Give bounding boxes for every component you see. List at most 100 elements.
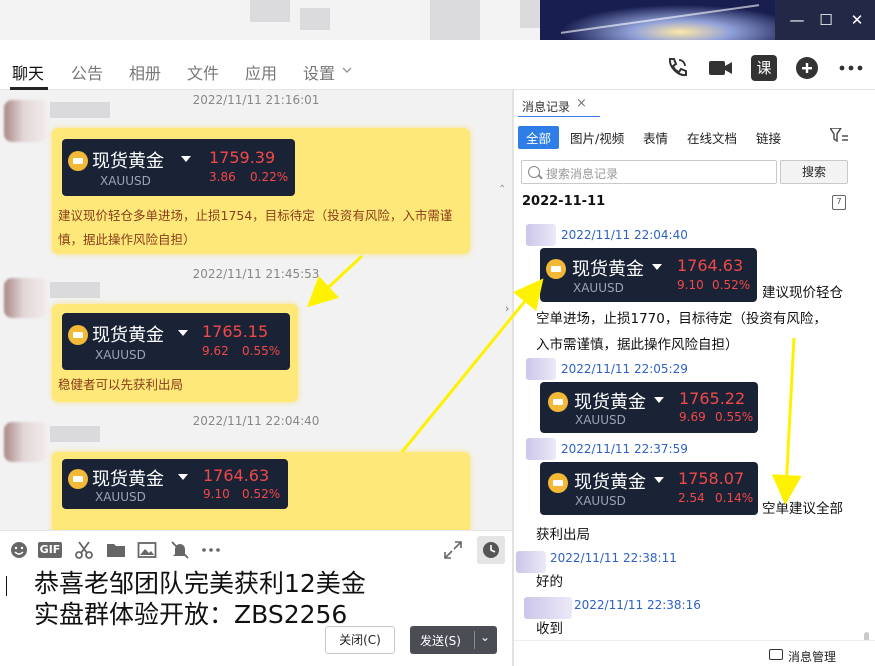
folder-icon[interactable] [106, 540, 126, 560]
tab-apps[interactable]: 应用 [245, 60, 277, 84]
gold-quote-card[interactable]: 现货黄金 XAUUSD 1758.07 2.54 0.14% [540, 462, 758, 515]
message-manager-link[interactable]: 消息管理 [788, 648, 836, 665]
tab-settings[interactable]: 设置 [303, 60, 335, 84]
sender-name-blurred [50, 426, 100, 442]
quote-change: 9.10 [203, 487, 230, 501]
tab-announcements[interactable]: 公告 [71, 60, 103, 84]
gold-coin-icon [546, 259, 566, 279]
history-message-text: 建议现价轻仓 [762, 285, 843, 301]
history-toggle-button[interactable] [477, 536, 505, 564]
more-icon[interactable] [201, 540, 221, 560]
message-text-line: 稳健者可以先获利出局 [58, 377, 184, 392]
message-text-line: 建议现价轻仓多单进场，止损1754，目标待定（投资有风险，入市需谨 [58, 208, 453, 223]
history-timestamp: 2022/11/11 22:37:59 [561, 442, 688, 456]
message-history-panel: 消息记录 × 全部 图片/视频 表情 在线文档 链接 搜索消息记录 搜索 202… [514, 90, 875, 666]
message-timestamp: 2022/11/11 21:16:01 [192, 93, 320, 107]
more-icon[interactable] [838, 55, 864, 81]
phone-icon[interactable] [664, 55, 690, 81]
quote-change-pct: 0.52% [712, 278, 751, 292]
filter-all[interactable]: 全部 [518, 126, 560, 149]
clock-icon [483, 542, 499, 558]
compose-text-line[interactable]: 实盘群体验开放：ZBS2256 [34, 595, 347, 631]
send-options-chevron-icon[interactable]: ⌄ [480, 630, 490, 644]
scroll-up-arrow[interactable]: ⌃ [498, 184, 508, 195]
class-icon[interactable]: 课 [751, 55, 777, 81]
avatar[interactable] [526, 224, 556, 246]
quote-price: 1765.22 [679, 389, 746, 408]
quote-symbol: XAUUSD [95, 490, 146, 504]
add-icon[interactable] [794, 55, 820, 81]
history-text-line: 好的 [536, 574, 563, 590]
caret-down-icon [654, 397, 664, 403]
gold-quote-card[interactable]: 现货黄金 XAUUSD 1764.63 9.10 0.52% [62, 459, 288, 509]
message-bubble[interactable]: 现货黄金 XAUUSD 1759.39 3.86 0.22% 建议现价轻仓多单进… [52, 128, 470, 254]
history-message-text: 获利出局 [536, 522, 590, 548]
quote-name: 现货黄金 [92, 325, 164, 346]
close-button[interactable]: 关闭(C) [325, 626, 395, 654]
history-message-list[interactable]: 2022/11/11 22:04:40 现货黄金 XAUUSD 1764.63 … [514, 214, 875, 640]
history-scrollbar[interactable] [864, 632, 869, 640]
blurred-region [250, 0, 290, 22]
image-icon[interactable] [137, 540, 157, 560]
history-tab-label[interactable]: 消息记录 [522, 98, 570, 115]
history-text-line: 入市需谨慎，据此操作风险自担） [536, 337, 739, 353]
blurred-region [430, 0, 480, 40]
text-caret [6, 576, 7, 596]
quote-name: 现货黄金 [574, 392, 646, 413]
gold-coin-icon [68, 151, 88, 171]
avatar[interactable] [4, 278, 48, 318]
quote-change: 9.10 [677, 278, 704, 292]
avatar[interactable] [4, 422, 48, 462]
quote-name: 现货黄金 [92, 469, 164, 490]
maximize-button[interactable]: ☐ [814, 8, 838, 32]
gold-quote-card[interactable]: 现货黄金 XAUUSD 1765.22 9.69 0.55% [540, 382, 758, 433]
quote-price: 1764.63 [203, 466, 270, 485]
quote-change: 2.54 [678, 491, 705, 505]
expand-icon[interactable] [443, 540, 463, 560]
close-history-icon[interactable]: × [576, 96, 587, 111]
message-manager-icon[interactable] [769, 649, 783, 660]
message-bubble[interactable]: 现货黄金 XAUUSD 1765.15 9.62 0.55% 稳健者可以先获利出… [52, 304, 298, 402]
quote-change: 9.69 [679, 410, 706, 424]
tab-album[interactable]: 相册 [129, 60, 161, 84]
gif-icon[interactable]: GIF [38, 542, 62, 558]
minimize-button[interactable]: — [785, 8, 809, 32]
message-text-line: 慎，据此操作风险自担） [58, 232, 196, 247]
gold-quote-card[interactable]: 现货黄金 XAUUSD 1765.15 9.62 0.55% [62, 313, 290, 370]
quote-name: 现货黄金 [572, 259, 644, 280]
title-bar[interactable]: — ☐ ✕ [0, 0, 875, 40]
filter-stickers[interactable]: 表情 [643, 128, 668, 147]
tab-chat[interactable]: 聊天 [12, 60, 44, 84]
avatar[interactable] [526, 358, 556, 380]
gold-coin-icon [548, 392, 568, 412]
quote-symbol: XAUUSD [573, 281, 624, 295]
tab-files[interactable]: 文件 [187, 60, 219, 84]
filter-online-docs[interactable]: 在线文档 [687, 128, 737, 147]
mute-bell-icon[interactable] [170, 540, 190, 560]
quote-symbol: XAUUSD [95, 348, 146, 362]
video-call-icon[interactable] [707, 55, 733, 81]
send-button[interactable]: 发送(S) ⌄ [410, 626, 497, 654]
filter-media[interactable]: 图片/视频 [570, 128, 624, 147]
calendar-icon[interactable]: 7 [832, 195, 846, 210]
emoji-icon[interactable] [9, 540, 29, 560]
history-search-button[interactable]: 搜索 [780, 160, 848, 184]
gold-quote-card[interactable]: 现货黄金 XAUUSD 1759.39 3.86 0.22% [62, 139, 295, 196]
close-window-button[interactable]: ✕ [845, 8, 869, 32]
filter-links[interactable]: 链接 [756, 128, 781, 147]
compose-area[interactable]: 恭喜老邹团队完美获利12美金 实盘群体验开放：ZBS2256 关闭(C) 发送(… [0, 568, 512, 666]
message-timestamp: 2022/11/11 21:45:53 [192, 267, 320, 281]
history-search-input[interactable]: 搜索消息记录 [521, 160, 777, 184]
quote-change-pct: 0.55% [242, 344, 281, 358]
quote-change-pct: 0.52% [242, 487, 281, 501]
gold-quote-card[interactable]: 现货黄金 XAUUSD 1764.63 9.10 0.52% [540, 248, 757, 302]
avatar[interactable] [526, 438, 556, 460]
message-bubble[interactable]: 现货黄金 XAUUSD 1764.63 9.10 0.52% [52, 452, 470, 530]
message-text: 建议现价轻仓多单进场，止损1754，目标待定（投资有风险，入市需谨 慎，据此操作… [58, 204, 468, 252]
collapse-arrow-icon[interactable]: › [505, 302, 509, 315]
chat-message-area[interactable]: ⌃ 2022/11/11 21:16:01 现货黄金 XAUUSD 1759.3… [0, 90, 512, 530]
history-tab-underline [518, 116, 600, 117]
filter-icon[interactable] [830, 128, 848, 142]
scissors-icon[interactable] [74, 540, 94, 560]
send-label: 发送(S) [420, 634, 461, 648]
